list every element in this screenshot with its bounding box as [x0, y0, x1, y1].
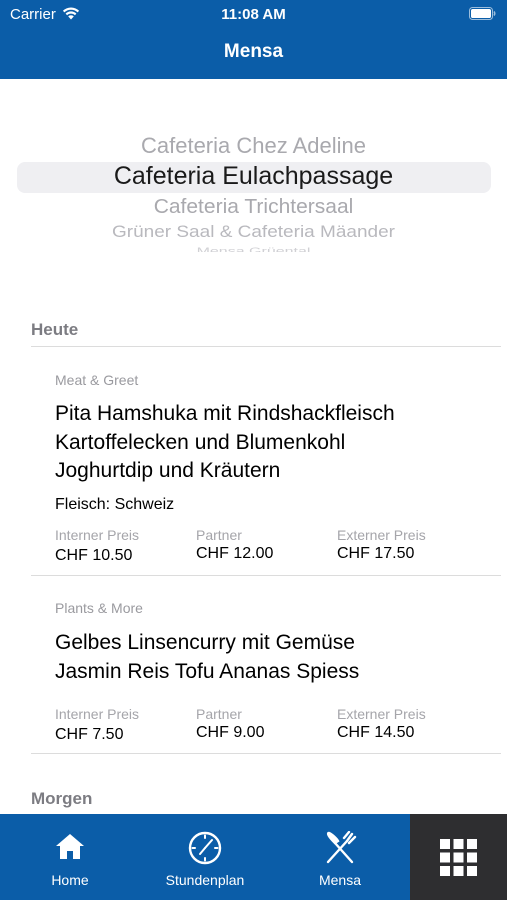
picker-option[interactable]: Cafeteria Chez Adeline [0, 133, 507, 159]
picker-option-selected[interactable]: Cafeteria Eulachpassage [0, 162, 507, 191]
meal-category: Meat & Greet [55, 372, 139, 388]
section-header-morgen: Morgen [31, 789, 93, 808]
clock-time: 11:08 AM [221, 6, 286, 23]
tab-mensa[interactable]: Mensa [290, 814, 390, 900]
price-value-partner: CHF 12.00 [196, 545, 274, 562]
more-apps-button[interactable] [410, 814, 507, 900]
price-label-external: Externer Preis [337, 706, 426, 722]
picker-option[interactable]: Cafeteria Trichtersaal [0, 195, 507, 218]
picker-option[interactable]: Grüner Saal & Cafeteria Mäander [0, 224, 507, 243]
meal-title: Gelbes Linsencurry mit Gemüse Jasmin Rei… [55, 629, 359, 686]
meal-origin: Fleisch: Schweiz [55, 496, 175, 513]
tab-stundenplan[interactable]: Stundenplan [150, 814, 260, 900]
grid-icon [440, 839, 477, 876]
battery-icon [469, 7, 496, 20]
meal-title-line: Kartoffelecken und Blumenkohl [55, 430, 346, 454]
divider [31, 753, 501, 754]
divider [31, 346, 501, 347]
price-label-internal: Interner Preis [55, 527, 140, 543]
header: Carrier 11:08 AM Mensa [0, 0, 507, 79]
tab-label: Home [51, 872, 89, 888]
meal-title-line: Pita Hamshuka mit Rindshackfleisch [55, 402, 395, 425]
app-screen: Carrier 11:08 AM Mensa Cafeteria Chez Ad… [0, 0, 507, 900]
price-label-internal: Interner Preis [55, 706, 140, 722]
page-title: Mensa [223, 41, 284, 62]
meal-title: Pita Hamshuka mit Rindshackfleisch Karto… [55, 400, 395, 486]
meal-title-line: Gelbes Linsencurry mit Gemüse [55, 631, 355, 654]
price-value-internal: CHF 7.50 [55, 726, 124, 743]
picker-option[interactable]: Mensa Grüental [0, 246, 507, 252]
meal-title-line: Jasmin Reis Tofu Ananas Spiess [55, 659, 360, 683]
divider [31, 575, 501, 576]
price-value-external: CHF 17.50 [337, 545, 415, 562]
section-header-heute: Heute [31, 320, 79, 339]
clock-icon [188, 831, 222, 865]
price-label-partner: Partner [196, 527, 242, 543]
meal-title-line: Joghurtdip und Kräutern [55, 459, 281, 482]
price-label-partner: Partner [196, 706, 242, 722]
home-icon [56, 834, 84, 859]
mensa-picker[interactable]: Cafeteria Chez Adeline Cafeteria Eulachp… [0, 79, 507, 279]
tab-home[interactable]: Home [20, 814, 120, 900]
price-label-external: Externer Preis [337, 527, 426, 543]
fork-knife-icon [326, 831, 357, 864]
price-value-partner: CHF 9.00 [196, 724, 265, 741]
status-bar: Carrier 11:08 AM [0, 0, 507, 28]
price-value-internal: CHF 10.50 [55, 547, 133, 564]
meal-category: Plants & More [55, 600, 143, 616]
tab-label: Stundenplan [165, 872, 245, 888]
price-value-external: CHF 14.50 [337, 724, 415, 741]
tab-bar: Home Stundenplan Mensa [0, 814, 507, 900]
tab-label: Mensa [318, 872, 362, 888]
